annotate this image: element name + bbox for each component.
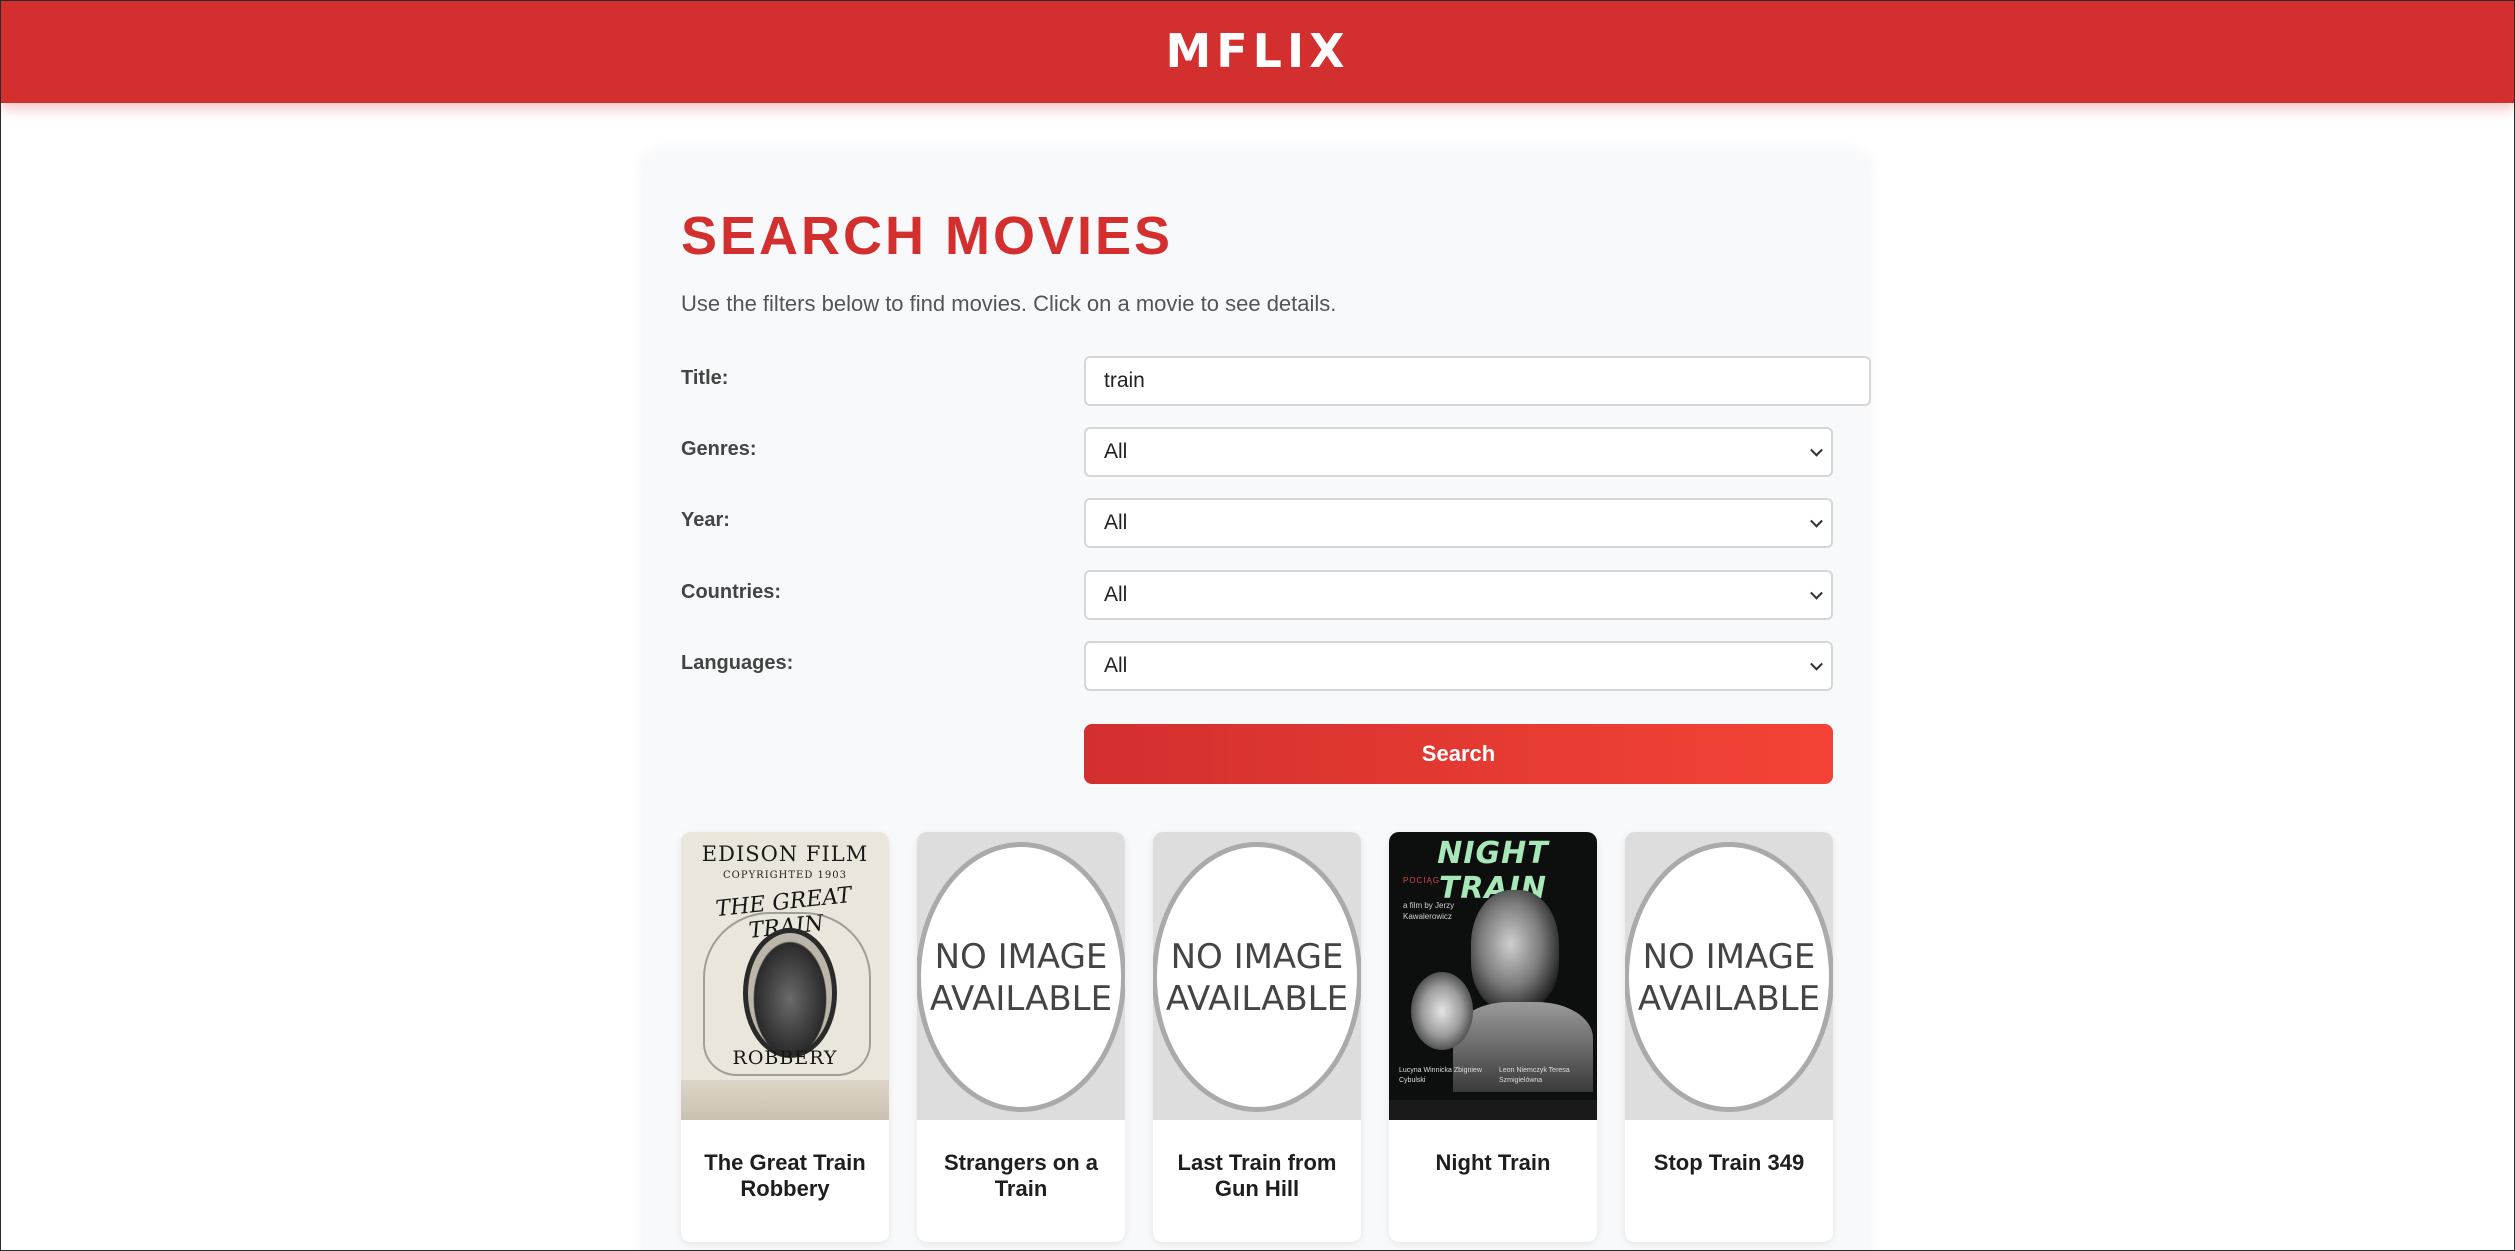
movie-poster: EDISON FILM COPYRIGHTED 1903 THE GREAT T…: [681, 832, 889, 1120]
movie-title: Stop Train 349: [1653, 1150, 1805, 1175]
chevron-down-icon: [1810, 657, 1823, 671]
poster-text: COPYRIGHTED 1903: [723, 870, 847, 881]
genres-label: Genres:: [681, 438, 757, 460]
year-select[interactable]: All: [1084, 498, 1833, 548]
poster-text: Lucyna Winnicka Zbigniew Cybulski: [1399, 1067, 1482, 1084]
poster-text: Leon Niemczyk Teresa Szmigielówna: [1499, 1067, 1570, 1084]
chevron-down-icon: [1810, 514, 1823, 528]
placeholder-text: NO IMAGE AVAILABLE: [929, 937, 1113, 1019]
movie-poster-placeholder: NO IMAGE AVAILABLE: [917, 832, 1125, 1120]
genres-select[interactable]: All: [1084, 427, 1833, 477]
title-input[interactable]: train: [1084, 356, 1871, 406]
poster-text: POCIĄG: [1403, 876, 1441, 885]
movie-card[interactable]: EDISON FILM COPYRIGHTED 1903 THE GREAT T…: [681, 832, 889, 1242]
chevron-down-icon: [1810, 443, 1823, 457]
placeholder-text: NO IMAGE AVAILABLE: [1165, 937, 1349, 1019]
app-window: MFLIX SEARCH MOVIES Use the filters belo…: [0, 0, 2515, 1251]
title-label: Title:: [681, 367, 729, 389]
countries-selected-value: All: [1104, 583, 1128, 606]
movie-card[interactable]: NO IMAGE AVAILABLE Strangers on a Train: [917, 832, 1125, 1242]
movie-title: Strangers on a Train: [943, 1150, 1099, 1201]
poster-figure: [1411, 972, 1473, 1050]
countries-select[interactable]: All: [1084, 570, 1833, 620]
search-button[interactable]: Search: [1084, 724, 1833, 784]
movie-card[interactable]: NO IMAGE AVAILABLE Last Train from Gun H…: [1153, 832, 1361, 1242]
page-subtitle: Use the filters below to find movies. Cl…: [681, 291, 1337, 316]
movie-poster-placeholder: NO IMAGE AVAILABLE: [1153, 832, 1361, 1120]
poster-base: [681, 1080, 889, 1120]
movie-poster-placeholder: NO IMAGE AVAILABLE: [1625, 832, 1833, 1120]
countries-label: Countries:: [681, 581, 781, 603]
languages-label: Languages:: [681, 652, 794, 674]
page-title: SEARCH MOVIES: [681, 206, 1174, 266]
top-bar: MFLIX: [1, 1, 2514, 103]
year-label: Year:: [681, 509, 730, 531]
movie-card[interactable]: NO IMAGE AVAILABLE Stop Train 349: [1625, 832, 1833, 1242]
poster-figure: [1471, 890, 1559, 1010]
movie-title: Night Train: [1435, 1150, 1551, 1175]
placeholder-text: NO IMAGE AVAILABLE: [1637, 937, 1821, 1019]
movie-title: The Great Train Robbery: [704, 1150, 866, 1201]
year-selected-value: All: [1104, 511, 1128, 534]
poster-text: a film by Jerzy Kawalerowicz: [1403, 901, 1455, 921]
poster-credits: Lucyna Winnicka Zbigniew Cybulski Leon N…: [1399, 1066, 1589, 1086]
poster-base: [1389, 1100, 1597, 1120]
poster-text: ROBBERY: [732, 1047, 838, 1069]
poster-text: EDISON FILM: [701, 842, 869, 866]
poster-portrait: [743, 928, 837, 1058]
chevron-down-icon: [1810, 586, 1823, 600]
title-input-value: train: [1104, 369, 1145, 392]
languages-select[interactable]: All: [1084, 641, 1833, 691]
languages-selected-value: All: [1104, 654, 1128, 677]
movie-card[interactable]: NIGHT TRAIN POCIĄG a film by Jerzy Kawal…: [1389, 832, 1597, 1242]
movie-title: Last Train from Gun Hill: [1177, 1150, 1337, 1201]
app-logo[interactable]: MFLIX: [1165, 24, 1349, 78]
genres-selected-value: All: [1104, 440, 1128, 463]
movie-poster: NIGHT TRAIN POCIĄG a film by Jerzy Kawal…: [1389, 832, 1597, 1120]
